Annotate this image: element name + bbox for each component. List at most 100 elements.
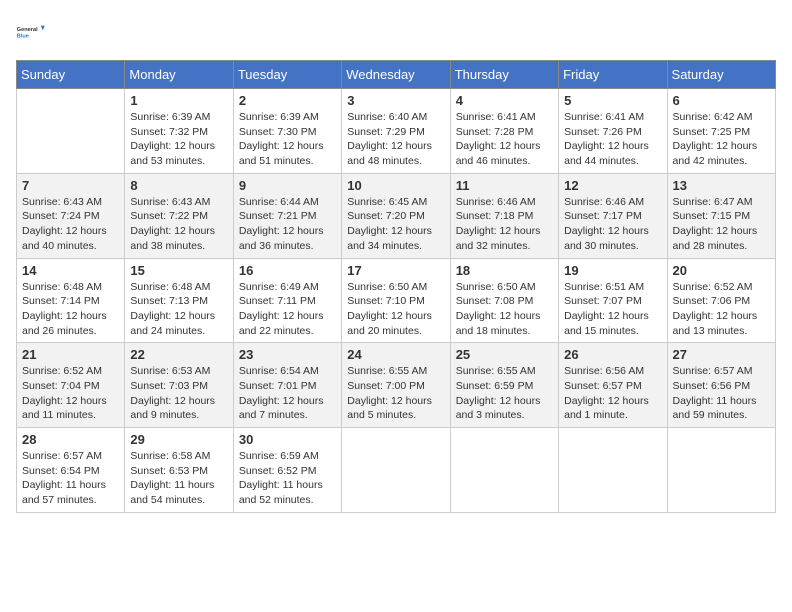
- svg-text:General: General: [17, 27, 38, 33]
- day-info: Sunrise: 6:45 AMSunset: 7:20 PMDaylight:…: [347, 195, 444, 254]
- day-number: 19: [564, 263, 661, 278]
- logo: GeneralBlue: [16, 16, 48, 48]
- day-number: 27: [673, 347, 770, 362]
- day-number: 22: [130, 347, 227, 362]
- calendar-day-cell: 13 Sunrise: 6:47 AMSunset: 7:15 PMDayligh…: [667, 173, 775, 258]
- day-info: Sunrise: 6:46 AMSunset: 7:18 PMDaylight:…: [456, 195, 553, 254]
- calendar-day-cell: 27 Sunrise: 6:57 AMSunset: 6:56 PMDayligh…: [667, 343, 775, 428]
- day-number: 10: [347, 178, 444, 193]
- calendar-body: 1 Sunrise: 6:39 AMSunset: 7:32 PMDaylight…: [17, 89, 776, 513]
- calendar-day-cell: 28Sunrise: 6:57 AMSunset: 6:54 PMDayligh…: [17, 428, 125, 513]
- calendar-day-cell: 25 Sunrise: 6:55 AMSunset: 6:59 PMDayligh…: [450, 343, 558, 428]
- day-info: Sunrise: 6:52 AMSunset: 7:04 PMDaylight:…: [22, 364, 119, 423]
- calendar-header-cell: Monday: [125, 61, 233, 89]
- day-info: Sunrise: 6:48 AMSunset: 7:13 PMDaylight:…: [130, 280, 227, 339]
- day-info: Sunrise: 6:50 AMSunset: 7:08 PMDaylight:…: [456, 280, 553, 339]
- calendar-header-row: SundayMondayTuesdayWednesdayThursdayFrid…: [17, 61, 776, 89]
- day-number: 7: [22, 178, 119, 193]
- calendar-day-cell: 4Sunrise: 6:41 AMSunset: 7:28 PMDaylight…: [450, 89, 558, 174]
- day-number: 25: [456, 347, 553, 362]
- calendar-header-cell: Tuesday: [233, 61, 341, 89]
- calendar-week-row: 21 Sunrise: 6:52 AMSunset: 7:04 PMDayligh…: [17, 343, 776, 428]
- day-number: 18: [456, 263, 553, 278]
- calendar-day-cell: 5 Sunrise: 6:41 AMSunset: 7:26 PMDaylight…: [559, 89, 667, 174]
- day-number: 13: [673, 178, 770, 193]
- day-number: 30: [239, 432, 336, 447]
- day-number: 9: [239, 178, 336, 193]
- calendar-day-cell: 15Sunrise: 6:48 AMSunset: 7:13 PMDayligh…: [125, 258, 233, 343]
- day-number: 29: [130, 432, 227, 447]
- day-number: 24: [347, 347, 444, 362]
- calendar-day-cell: 12 Sunrise: 6:46 AMSunset: 7:17 PMDayligh…: [559, 173, 667, 258]
- calendar-day-cell: 7 Sunrise: 6:43 AMSunset: 7:24 PMDaylight…: [17, 173, 125, 258]
- calendar-day-cell: 6 Sunrise: 6:42 AMSunset: 7:25 PMDaylight…: [667, 89, 775, 174]
- calendar-day-cell: 8Sunrise: 6:43 AMSunset: 7:22 PMDaylight…: [125, 173, 233, 258]
- calendar-day-cell: 18 Sunrise: 6:50 AMSunset: 7:08 PMDayligh…: [450, 258, 558, 343]
- calendar-day-cell: 11 Sunrise: 6:46 AMSunset: 7:18 PMDayligh…: [450, 173, 558, 258]
- calendar-week-row: 7 Sunrise: 6:43 AMSunset: 7:24 PMDaylight…: [17, 173, 776, 258]
- calendar-day-cell: 17 Sunrise: 6:50 AMSunset: 7:10 PMDayligh…: [342, 258, 450, 343]
- day-number: 23: [239, 347, 336, 362]
- day-info: Sunrise: 6:40 AMSunset: 7:29 PMDaylight:…: [347, 110, 444, 169]
- calendar-week-row: 1 Sunrise: 6:39 AMSunset: 7:32 PMDaylight…: [17, 89, 776, 174]
- calendar-day-cell: 29 Sunrise: 6:58 AMSunset: 6:53 PMDayligh…: [125, 428, 233, 513]
- calendar-day-cell: 19Sunrise: 6:51 AMSunset: 7:07 PMDayligh…: [559, 258, 667, 343]
- day-number: 14: [22, 263, 119, 278]
- day-number: 4: [456, 93, 553, 108]
- day-info: Sunrise: 6:50 AMSunset: 7:10 PMDaylight:…: [347, 280, 444, 339]
- day-number: 12: [564, 178, 661, 193]
- calendar-day-cell: [450, 428, 558, 513]
- day-info: Sunrise: 6:43 AMSunset: 7:22 PMDaylight:…: [130, 195, 227, 254]
- logo-icon: GeneralBlue: [16, 16, 48, 48]
- day-number: 6: [673, 93, 770, 108]
- calendar-day-cell: 22 Sunrise: 6:53 AMSunset: 7:03 PMDayligh…: [125, 343, 233, 428]
- day-number: 5: [564, 93, 661, 108]
- day-number: 20: [673, 263, 770, 278]
- calendar-day-cell: [559, 428, 667, 513]
- day-info: Sunrise: 6:56 AMSunset: 6:57 PMDaylight:…: [564, 364, 661, 423]
- day-info: Sunrise: 6:39 AMSunset: 7:32 PMDaylight:…: [130, 110, 227, 169]
- calendar-header-cell: Thursday: [450, 61, 558, 89]
- day-number: 1: [130, 93, 227, 108]
- day-info: Sunrise: 6:59 AMSunset: 6:52 PMDaylight:…: [239, 449, 336, 508]
- calendar-day-cell: 14Sunrise: 6:48 AMSunset: 7:14 PMDayligh…: [17, 258, 125, 343]
- day-info: Sunrise: 6:46 AMSunset: 7:17 PMDaylight:…: [564, 195, 661, 254]
- calendar-day-cell: [17, 89, 125, 174]
- day-info: Sunrise: 6:52 AMSunset: 7:06 PMDaylight:…: [673, 280, 770, 339]
- day-info: Sunrise: 6:49 AMSunset: 7:11 PMDaylight:…: [239, 280, 336, 339]
- calendar-day-cell: 16 Sunrise: 6:49 AMSunset: 7:11 PMDayligh…: [233, 258, 341, 343]
- day-number: 16: [239, 263, 336, 278]
- calendar-day-cell: 1 Sunrise: 6:39 AMSunset: 7:32 PMDaylight…: [125, 89, 233, 174]
- day-info: Sunrise: 6:58 AMSunset: 6:53 PMDaylight:…: [130, 449, 227, 508]
- day-info: Sunrise: 6:47 AMSunset: 7:15 PMDaylight:…: [673, 195, 770, 254]
- day-info: Sunrise: 6:43 AMSunset: 7:24 PMDaylight:…: [22, 195, 119, 254]
- calendar-day-cell: 3 Sunrise: 6:40 AMSunset: 7:29 PMDaylight…: [342, 89, 450, 174]
- calendar-header-cell: Saturday: [667, 61, 775, 89]
- calendar-day-cell: 23 Sunrise: 6:54 AMSunset: 7:01 PMDayligh…: [233, 343, 341, 428]
- calendar-week-row: 28Sunrise: 6:57 AMSunset: 6:54 PMDayligh…: [17, 428, 776, 513]
- day-info: Sunrise: 6:42 AMSunset: 7:25 PMDaylight:…: [673, 110, 770, 169]
- day-info: Sunrise: 6:55 AMSunset: 7:00 PMDaylight:…: [347, 364, 444, 423]
- calendar-header-cell: Sunday: [17, 61, 125, 89]
- calendar-week-row: 14Sunrise: 6:48 AMSunset: 7:14 PMDayligh…: [17, 258, 776, 343]
- calendar-day-cell: [342, 428, 450, 513]
- day-info: Sunrise: 6:54 AMSunset: 7:01 PMDaylight:…: [239, 364, 336, 423]
- day-number: 11: [456, 178, 553, 193]
- calendar-header-cell: Wednesday: [342, 61, 450, 89]
- calendar-day-cell: 30 Sunrise: 6:59 AMSunset: 6:52 PMDayligh…: [233, 428, 341, 513]
- day-number: 26: [564, 347, 661, 362]
- day-number: 21: [22, 347, 119, 362]
- day-number: 3: [347, 93, 444, 108]
- calendar-header-cell: Friday: [559, 61, 667, 89]
- day-info: Sunrise: 6:53 AMSunset: 7:03 PMDaylight:…: [130, 364, 227, 423]
- calendar-day-cell: 2 Sunrise: 6:39 AMSunset: 7:30 PMDaylight…: [233, 89, 341, 174]
- day-info: Sunrise: 6:39 AMSunset: 7:30 PMDaylight:…: [239, 110, 336, 169]
- day-info: Sunrise: 6:55 AMSunset: 6:59 PMDaylight:…: [456, 364, 553, 423]
- day-number: 2: [239, 93, 336, 108]
- calendar-day-cell: 10 Sunrise: 6:45 AMSunset: 7:20 PMDayligh…: [342, 173, 450, 258]
- calendar-table: SundayMondayTuesdayWednesdayThursdayFrid…: [16, 60, 776, 513]
- calendar-day-cell: 21 Sunrise: 6:52 AMSunset: 7:04 PMDayligh…: [17, 343, 125, 428]
- day-info: Sunrise: 6:41 AMSunset: 7:26 PMDaylight:…: [564, 110, 661, 169]
- day-number: 17: [347, 263, 444, 278]
- day-info: Sunrise: 6:57 AMSunset: 6:56 PMDaylight:…: [673, 364, 770, 423]
